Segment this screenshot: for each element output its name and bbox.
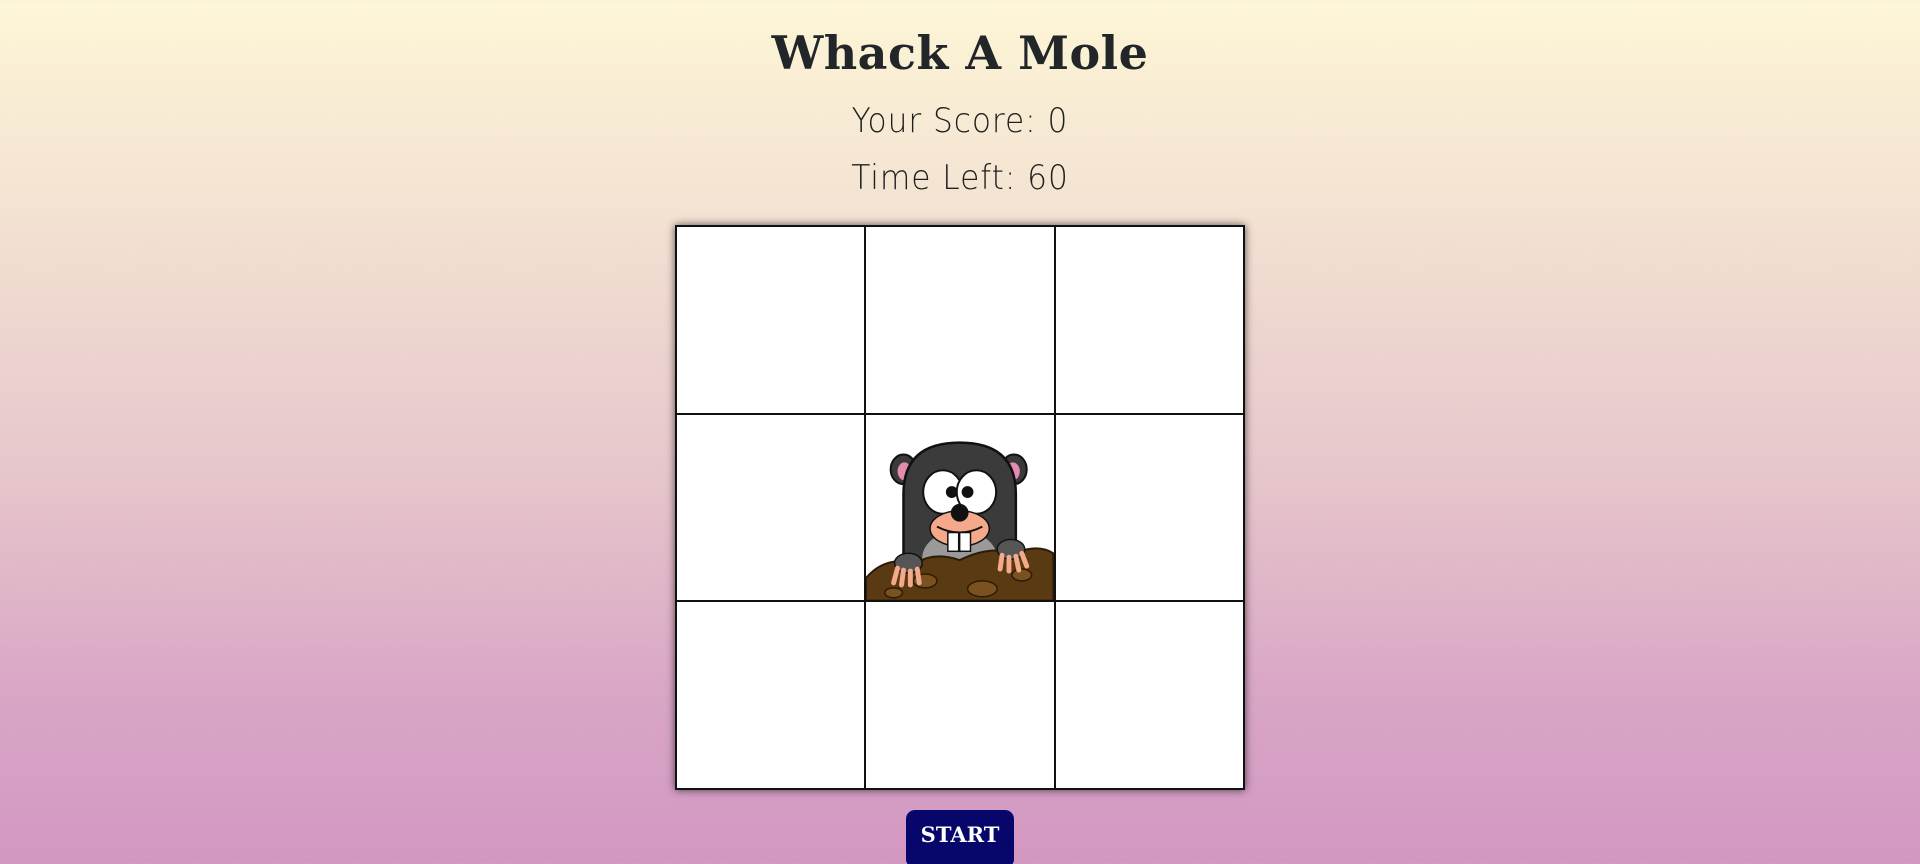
hole-6[interactable]: [1054, 413, 1244, 602]
time-left-display: Time Left: 60: [851, 158, 1069, 198]
hole-5[interactable]: [865, 413, 1055, 602]
mole-icon[interactable]: [866, 415, 1054, 601]
hole-9[interactable]: [1054, 601, 1244, 789]
hole-2[interactable]: [865, 226, 1055, 414]
game-board: [675, 225, 1245, 790]
game-title: Whack A Mole: [771, 26, 1149, 80]
start-button[interactable]: START: [906, 810, 1014, 864]
hole-7[interactable]: [676, 601, 866, 789]
hole-1[interactable]: [676, 226, 866, 414]
score-display: Your Score: 0: [851, 101, 1069, 141]
hole-3[interactable]: [1054, 226, 1244, 414]
hole-4[interactable]: [676, 413, 866, 602]
hole-8[interactable]: [865, 601, 1055, 789]
